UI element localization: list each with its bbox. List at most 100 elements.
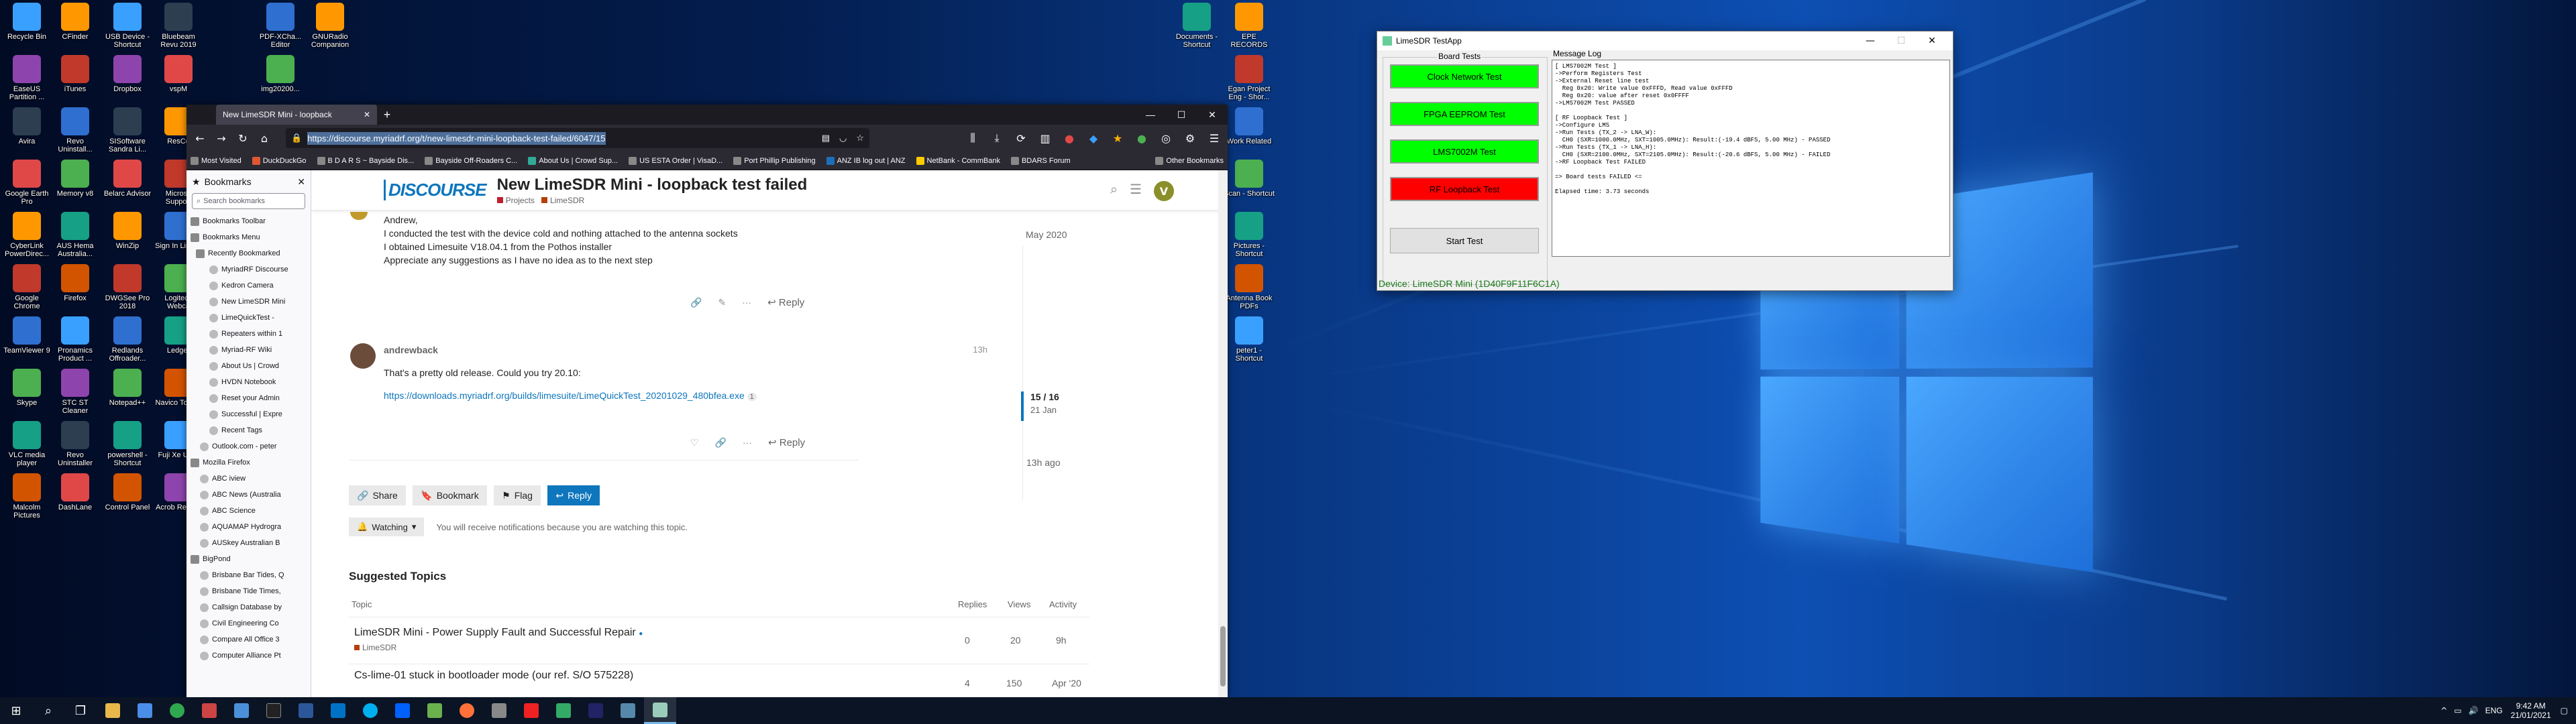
bookmark-item[interactable]: Kedron Camera <box>186 278 311 294</box>
desktop-icon[interactable]: AUS Hema Australia... <box>50 212 101 269</box>
bookmark-item[interactable]: Compare All Office 3 <box>186 631 311 648</box>
extension-icon[interactable]: ★ <box>1108 129 1127 147</box>
task-view-icon[interactable]: ❐ <box>64 697 97 724</box>
search-icon[interactable]: ⌕ <box>1110 181 1118 201</box>
bookmark-item[interactable]: Outlook.com - peter <box>186 438 311 455</box>
bookmark-item[interactable]: ABC Science <box>186 503 311 519</box>
desktop-icon[interactable]: EPE RECORDS <box>1224 3 1275 60</box>
share-button[interactable]: 🔗 Share <box>349 485 406 505</box>
clock[interactable]: 9:42 AM 21/01/2021 <box>2511 701 2551 720</box>
desktop-icon[interactable]: Belarc Advisor <box>102 160 153 217</box>
desktop-icon[interactable]: GNURadio Companion <box>305 3 356 60</box>
bookmark-item[interactable]: Recent Tags <box>186 422 311 438</box>
reply-button[interactable]: ↩ Reply <box>767 296 804 308</box>
terminal-icon[interactable] <box>258 697 290 724</box>
more-icon[interactable]: ··· <box>743 437 752 448</box>
topic-title[interactable]: New LimeSDR Mini - loopback test failed <box>497 176 808 194</box>
desktop-icon[interactable]: Revo Uninstall... <box>50 107 101 165</box>
desktop-icon[interactable]: Pronamics Product ... <box>50 316 101 374</box>
outlook-icon[interactable] <box>322 697 354 724</box>
desktop-icon[interactable]: Recycle Bin <box>1 3 52 60</box>
pocket-icon[interactable]: ◡ <box>839 133 847 143</box>
volume-icon[interactable]: 🔊 <box>2469 706 2479 715</box>
test-button[interactable]: LMS7002M Test <box>1390 139 1539 164</box>
extension-icon[interactable]: ◆ <box>1084 129 1103 147</box>
sidebar-icon[interactable]: ▥ <box>1036 129 1055 147</box>
desktop-icon[interactable]: Skype <box>1 369 52 426</box>
desktop-icon[interactable]: Pictures - Shortcut <box>1224 212 1275 269</box>
bookmark-button[interactable]: 🔖 Bookmark <box>413 485 486 505</box>
maximize-icon[interactable]: ☐ <box>1886 36 1917 46</box>
bookmark-folder[interactable]: Bookmarks Menu <box>186 229 311 245</box>
bookmark-item[interactable]: Port Phillip Publishing <box>733 157 815 165</box>
tray-chevron-icon[interactable]: ^ <box>2440 706 2447 715</box>
category-badge[interactable]: LimeSDR <box>541 196 584 205</box>
bookmark-item[interactable]: DuckDuckGo <box>252 157 307 165</box>
desktop-icon[interactable]: EaseUS Partition ... <box>1 55 52 113</box>
reply-primary-button[interactable]: ↩ Reply <box>547 485 600 505</box>
start-icon[interactable]: ⊞ <box>0 697 32 724</box>
desktop-icon[interactable]: powershell - Shortcut <box>102 421 153 479</box>
desktop-icon[interactable]: STC ST Cleaner <box>50 369 101 426</box>
close-tab-icon[interactable]: ✕ <box>364 110 370 119</box>
word-icon[interactable] <box>290 697 322 724</box>
test-button[interactable]: RF Loopback Test <box>1390 177 1539 201</box>
bookmark-item[interactable]: Brisbane Tide Times, <box>186 583 311 599</box>
test-button[interactable]: FPGA EEPROM Test <box>1390 102 1539 126</box>
desktop-icon[interactable]: Documents - Shortcut <box>1171 3 1222 60</box>
bookmark-item[interactable]: Computer Alliance Pt <box>186 648 311 664</box>
home-icon[interactable]: ⌂ <box>255 129 274 147</box>
avatar[interactable] <box>350 212 368 220</box>
timeline-handle[interactable] <box>1021 391 1024 421</box>
avatar[interactable] <box>350 343 376 369</box>
bookmark-item[interactable]: ANZ IB log out | ANZ <box>826 157 906 165</box>
desktop-icon[interactable]: Notepad++ <box>102 369 153 426</box>
bookmark-item[interactable]: Repeaters within 1 <box>186 326 311 342</box>
bookmark-item[interactable]: Myriad-RF Wiki <box>186 342 311 358</box>
flag-button[interactable]: ⚑ Flag <box>494 485 541 505</box>
forward-icon[interactable]: → <box>212 129 231 147</box>
link-icon[interactable]: 🔗 <box>690 297 702 308</box>
table-row[interactable]: LimeSDR Mini - Power Supply Fault and Su… <box>349 617 1089 661</box>
desktop-icon[interactable]: Dropbox <box>102 55 153 113</box>
star-icon[interactable]: ☆ <box>856 133 864 143</box>
bookmark-item[interactable]: NetBank - CommBank <box>916 157 1000 165</box>
extension-icon[interactable]: ◎ <box>1157 129 1175 147</box>
page-scrollbar[interactable] <box>1218 170 1228 697</box>
desktop-icon[interactable]: Bluebeam Revu 2019 <box>153 3 204 60</box>
watching-dropdown[interactable]: 🔔 Watching ▾ <box>349 518 424 536</box>
desktop-icon[interactable]: Work Related <box>1224 107 1275 165</box>
desktop-icon[interactable]: Malcolm Pictures <box>1 473 52 531</box>
library-icon[interactable]: ⫼ <box>963 129 982 147</box>
bookmark-item[interactable]: US ESTA Order | VisaD... <box>629 157 722 165</box>
bookmark-item[interactable]: ABC iview <box>186 471 311 487</box>
browser-tab[interactable]: New LimeSDR Mini - loopback ✕ <box>216 105 377 125</box>
table-row[interactable]: Cs-lime-01 stuck in bootloader mode (our… <box>349 664 1089 697</box>
bookmark-item[interactable]: MyriadRF Discourse <box>186 261 311 278</box>
bookmark-item[interactable]: ABC News (Australia <box>186 487 311 503</box>
desktop-icon[interactable]: Revo Uninstaller <box>50 421 101 479</box>
desktop-icon[interactable]: Egan Project Eng - Shor... <box>1224 55 1275 113</box>
extension-icon[interactable]: ⚙ <box>1181 129 1199 147</box>
category-badge[interactable]: Projects <box>497 196 535 205</box>
extension-icon[interactable]: ● <box>1060 129 1079 147</box>
download-icon[interactable]: ⤓ <box>987 129 1006 147</box>
desktop-icon[interactable]: peter1 - Shortcut <box>1224 316 1275 374</box>
bookmark-item[interactable]: Brisbane Bar Tides, Q <box>186 567 311 583</box>
bookmark-item[interactable]: About Us | Crowd <box>186 358 311 374</box>
bookmark-item[interactable]: BDARS Forum <box>1011 157 1071 165</box>
skype-icon[interactable] <box>354 697 386 724</box>
bookmark-item[interactable]: LimeQuickTest - <box>186 310 311 326</box>
bookmark-folder[interactable]: Recently Bookmarked <box>186 245 311 261</box>
close-window-icon[interactable]: ✕ <box>1917 36 1947 46</box>
test-button[interactable]: Clock Network Test <box>1390 64 1539 88</box>
more-icon[interactable]: ··· <box>742 297 751 308</box>
network-icon[interactable]: ▭ <box>2454 706 2461 715</box>
reply-button[interactable]: ↩ Reply <box>768 436 805 448</box>
minimize-icon[interactable]: — <box>1855 36 1886 46</box>
start-test-button[interactable]: Start Test <box>1390 228 1539 253</box>
desktop-icon[interactable]: Redlands Offroader... <box>102 316 153 374</box>
file-explorer-icon[interactable] <box>97 697 129 724</box>
timeline-bottom[interactable]: 13h ago <box>1026 457 1061 468</box>
desktop-icon[interactable]: Control Panel <box>102 473 153 531</box>
